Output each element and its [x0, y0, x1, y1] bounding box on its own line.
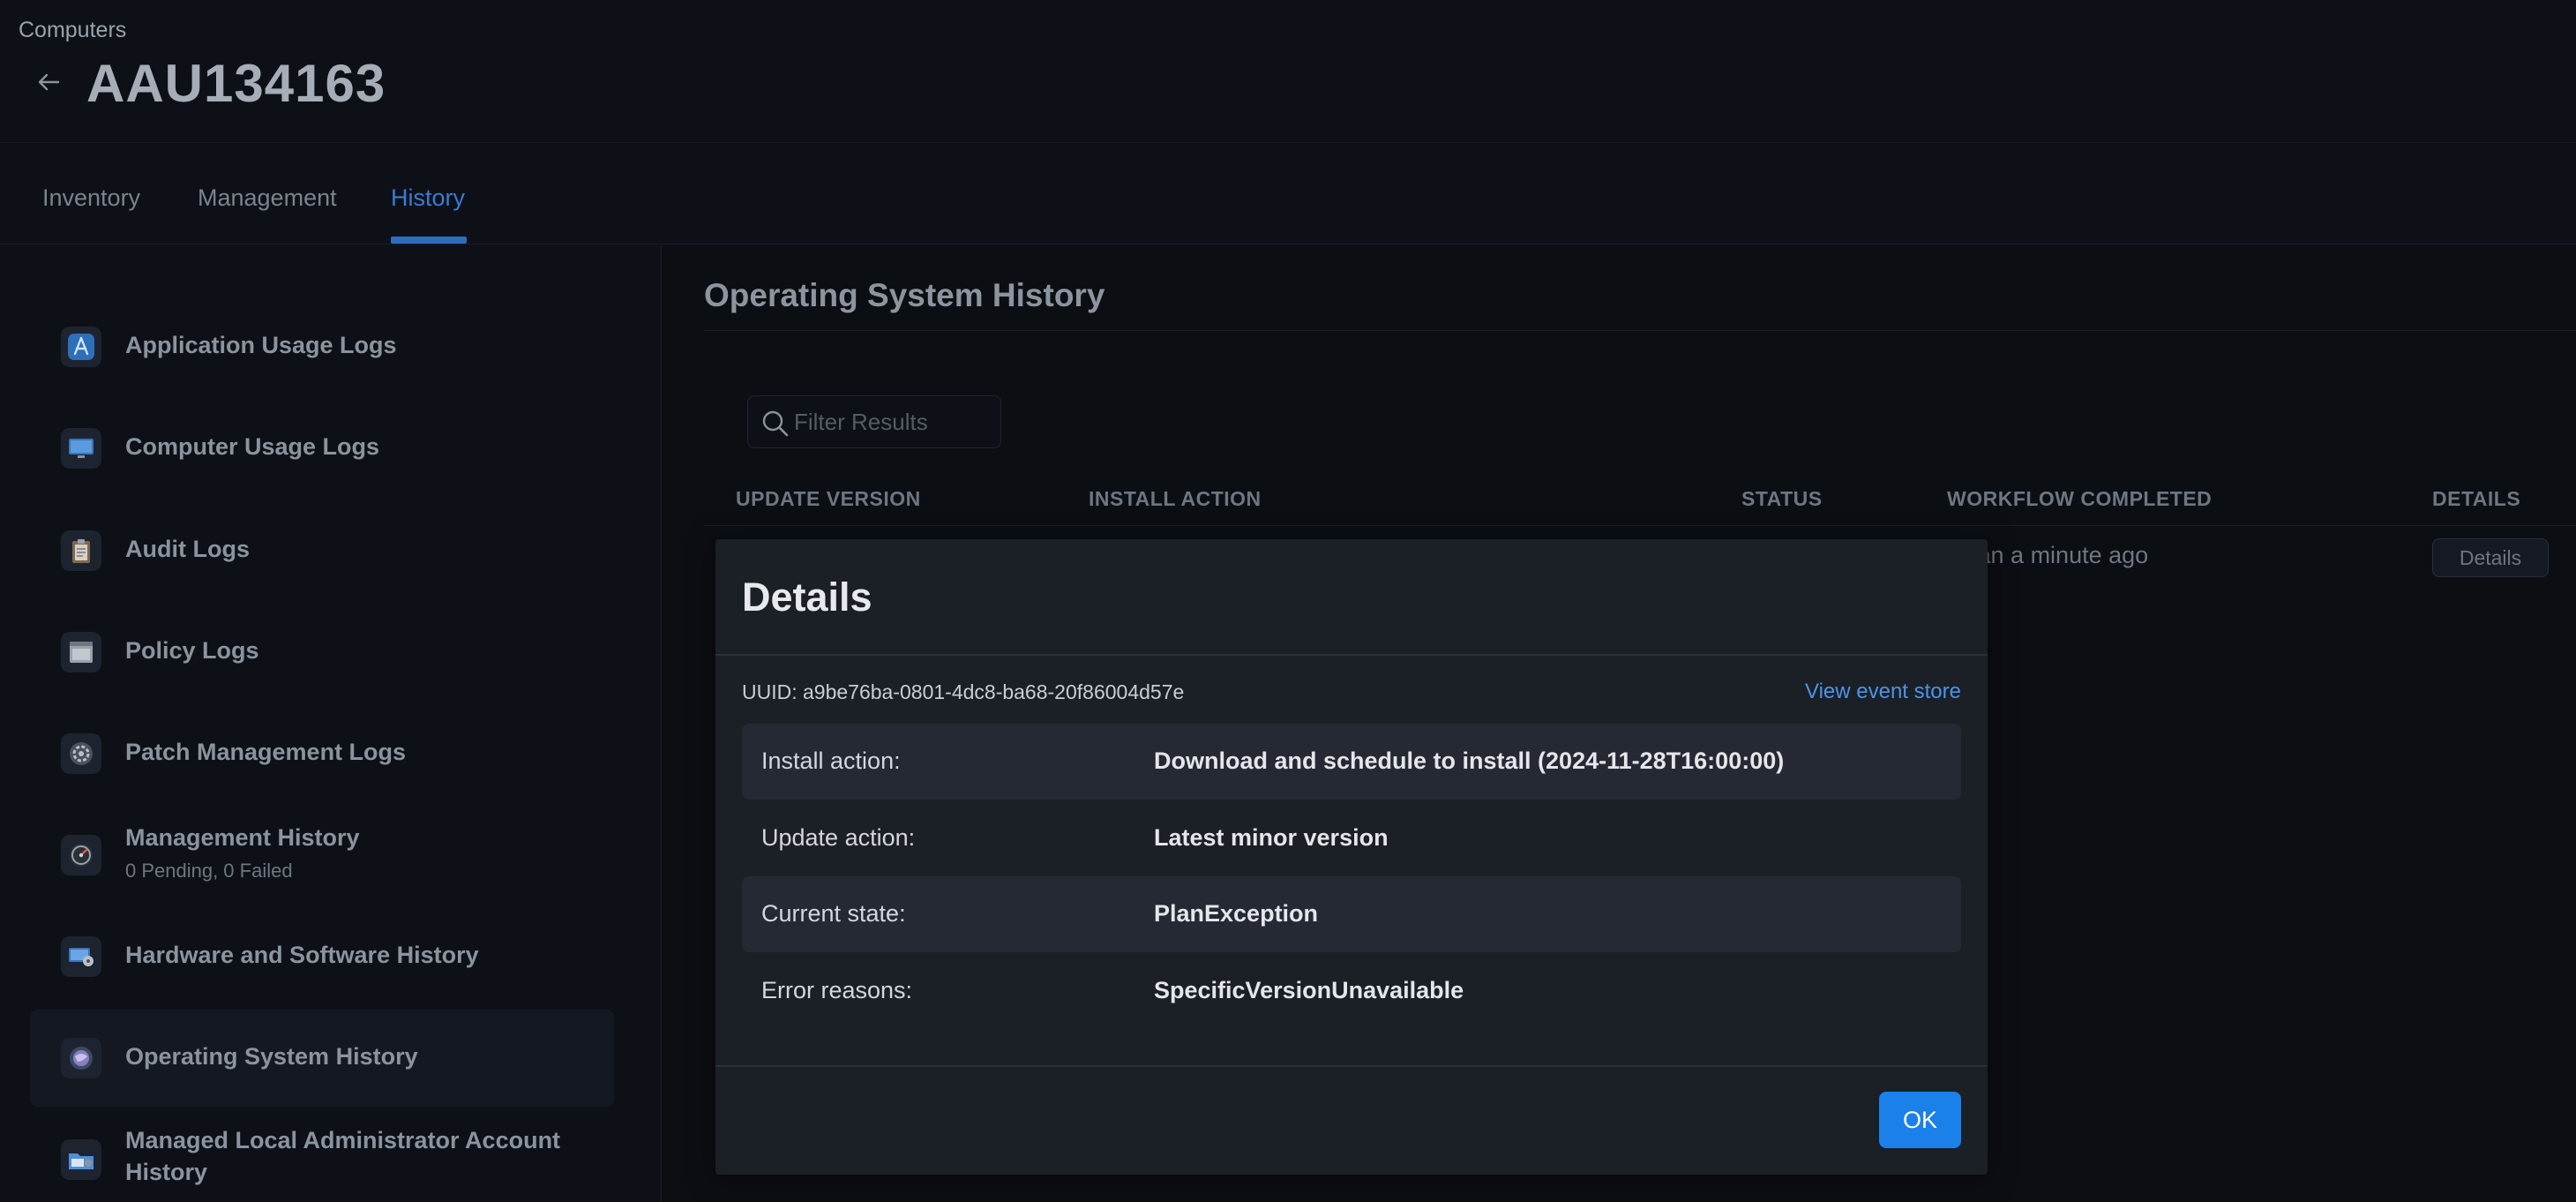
column-header-status[interactable]: STATUS: [1741, 487, 1823, 511]
detail-label: Update action:: [761, 824, 916, 851]
sidebar-item-hardware-and-software-history[interactable]: Hardware and Software History: [30, 908, 614, 1005]
ok-button[interactable]: OK: [1879, 1092, 1961, 1148]
detail-value: PlanException: [1154, 900, 1319, 927]
sidebar-item-label: Operating System History: [125, 1043, 418, 1070]
row-details-button[interactable]: Details: [2432, 538, 2549, 577]
sidebar-item-policy-logs[interactable]: Policy Logs: [30, 604, 614, 701]
sidebar-item-application-usage-logs[interactable]: Application Usage Logs: [30, 298, 614, 395]
column-header-details: DETAILS: [2432, 487, 2521, 510]
sidebar-item-label: Management History: [125, 824, 360, 851]
sidebar-item-label: Application Usage Logs: [125, 332, 397, 358]
divider: [704, 330, 2576, 331]
sidebar-item-patch-management-logs[interactable]: Patch Management Logs: [30, 705, 614, 802]
admin-folder-icon: [61, 1139, 101, 1180]
sidebar-item-label: Managed Local Administrator Account: [125, 1127, 561, 1153]
back-arrow-icon[interactable]: [34, 67, 64, 97]
divider: [704, 525, 2576, 526]
detail-row-error-reasons: Error reasons: SpecificVersionUnavailabl…: [742, 953, 1961, 1029]
divider: [715, 1065, 1988, 1067]
sidebar-item-audit-logs[interactable]: Audit Logs: [30, 502, 614, 599]
detail-row-update-action: Update action: Latest minor version: [742, 800, 1961, 876]
sidebar-item-label: Audit Logs: [125, 536, 250, 562]
column-header-install-action[interactable]: INSTALL ACTION: [1089, 487, 1262, 511]
divider: [715, 654, 1988, 656]
sidebar-item-label-line2: History: [125, 1159, 208, 1185]
sidebar-item-sublabel: 0 Pending, 0 Failed: [125, 860, 293, 882]
clipboard-icon: [61, 530, 101, 571]
detail-label: Install action:: [761, 747, 901, 774]
sidebar-item-operating-system-history[interactable]: Operating System History: [30, 1010, 614, 1107]
sidebar-item-label: Policy Logs: [125, 637, 259, 664]
os-icon: [61, 1038, 101, 1078]
sidebar-item-label: Computer Usage Logs: [125, 433, 380, 460]
active-tab-indicator: [391, 237, 467, 244]
display-gear-icon: [61, 936, 101, 977]
view-event-store-link[interactable]: View event store: [1805, 680, 1961, 704]
detail-row-current-state: Current state: PlanException: [742, 876, 1961, 952]
modal-title: Details: [742, 575, 872, 620]
column-header-update-version[interactable]: UPDATE VERSION: [736, 487, 921, 511]
detail-row-install-action: Install action: Download and schedule to…: [742, 724, 1961, 800]
tab-history[interactable]: History: [391, 184, 465, 212]
page-title: AAU134163: [86, 54, 386, 113]
detail-label: Error reasons:: [761, 977, 913, 1003]
search-icon: [762, 410, 789, 437]
details-modal: Details UUID: a9be76ba-0801-4dc8-ba68-20…: [715, 539, 1988, 1175]
filter-input[interactable]: [794, 405, 988, 439]
tab-bar: Inventory Management History: [0, 144, 2576, 244]
gauge-icon: [61, 835, 101, 875]
sidebar-item-label: Hardware and Software History: [125, 942, 479, 968]
sidebar-item-managed-local-administrator-account-history[interactable]: Managed Local Administrator Account Hist…: [30, 1111, 614, 1202]
sidebar-item-label: Patch Management Logs: [125, 739, 407, 765]
tab-management[interactable]: Management: [198, 184, 337, 212]
detail-value: Download and schedule to install (2024-1…: [1154, 747, 1785, 774]
window-icon: [61, 632, 101, 672]
detail-value: SpecificVersionUnavailable: [1154, 977, 1464, 1003]
page-header: Computers AAU134163: [0, 0, 2576, 143]
tab-inventory[interactable]: Inventory: [42, 184, 140, 212]
column-header-workflow-completed[interactable]: WORKFLOW COMPLETED: [1947, 487, 2212, 511]
monitor-icon: [61, 428, 101, 469]
sidebar-item-management-history[interactable]: Management History 0 Pending, 0 Failed: [30, 807, 614, 904]
sidebar-item-computer-usage-logs[interactable]: Computer Usage Logs: [30, 400, 614, 497]
filter-field[interactable]: [747, 395, 1001, 448]
gear-badge-icon: [61, 733, 101, 774]
detail-label: Current state:: [761, 900, 906, 927]
detail-value: Latest minor version: [1154, 824, 1389, 851]
uuid-text: UUID: a9be76ba-0801-4dc8-ba68-20f86004d5…: [742, 680, 1185, 703]
history-sidebar: Application Usage Logs Computer Usage Lo…: [0, 245, 662, 1202]
app-store-icon: [61, 327, 101, 367]
breadcrumb[interactable]: Computers: [19, 18, 126, 43]
section-title: Operating System History: [704, 277, 1105, 313]
